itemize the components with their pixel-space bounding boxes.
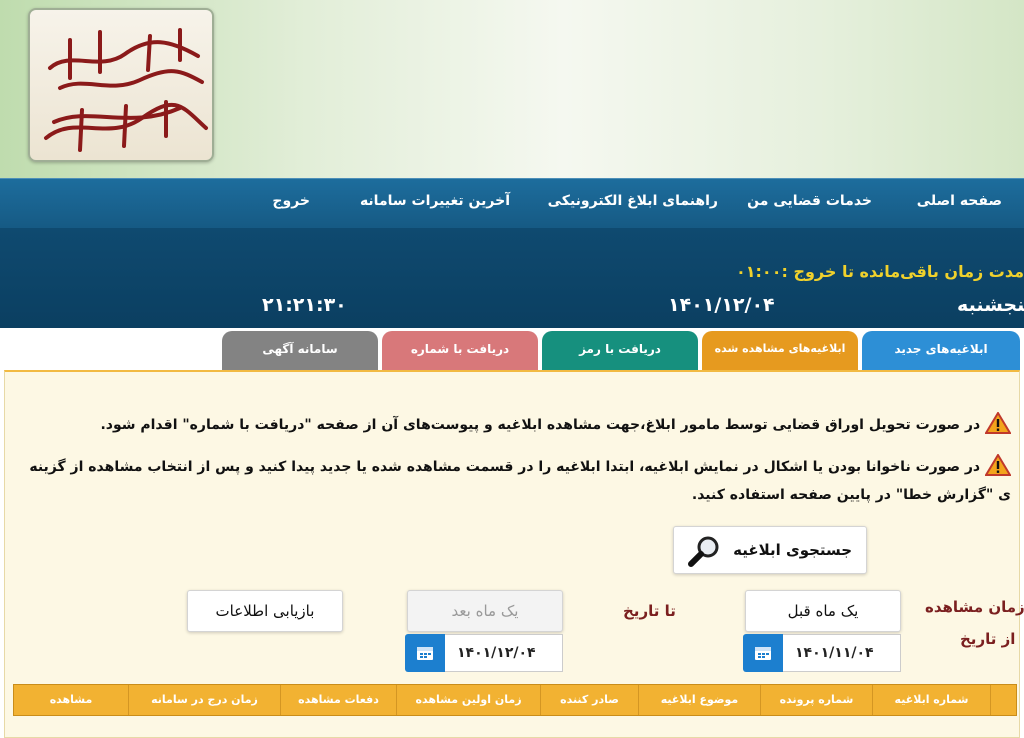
tab-new-notices[interactable]: ابلاغیه‌های جدید bbox=[862, 331, 1020, 371]
column-insert-time[interactable]: زمان درج در سامانه bbox=[128, 685, 280, 715]
to-date-label: تا تاریخ bbox=[623, 602, 676, 620]
nav-my-judicial-services[interactable]: خدمات قضایی من bbox=[747, 179, 872, 229]
nav-logout[interactable]: خروج bbox=[272, 179, 310, 229]
logo-calligraphy-icon bbox=[44, 28, 208, 152]
notice-1: در صورت تحویل اوراق قضایی توسط مامور ابل… bbox=[100, 412, 1011, 438]
column-notice-number[interactable]: شماره ابلاغیه bbox=[872, 685, 990, 715]
column-view[interactable]: مشاهده bbox=[14, 685, 128, 715]
status-day: پنجشنبه bbox=[957, 294, 1024, 316]
magnifier-icon bbox=[687, 536, 719, 567]
from-date-value[interactable]: ۱۴۰۱/۱۱/۰۴ bbox=[783, 634, 901, 672]
tab-ads-system[interactable]: سامانه آگهی bbox=[222, 331, 378, 371]
status-time: ۲۱:۲۱:۳۰ bbox=[262, 294, 347, 316]
to-date-value[interactable]: ۱۴۰۱/۱۲/۰۴ bbox=[445, 634, 563, 672]
calendar-icon[interactable] bbox=[405, 634, 445, 672]
calendar-icon[interactable] bbox=[743, 634, 783, 672]
table-select-column bbox=[990, 685, 1016, 715]
tab-bar: ابلاغیه‌های جدید ابلاغیه‌های مشاهده شده … bbox=[0, 328, 1024, 371]
warning-icon bbox=[985, 412, 1011, 434]
search-notice-button[interactable]: جستجوی ابلاغیه bbox=[673, 526, 867, 574]
column-case-number[interactable]: شماره پرونده bbox=[760, 685, 872, 715]
to-date-field[interactable]: ۱۴۰۱/۱۲/۰۴ bbox=[405, 634, 563, 672]
notice-2-text: در صورت ناخوانا بودن یا اشکال در نمایش ا… bbox=[29, 459, 981, 475]
warning-icon bbox=[985, 454, 1011, 476]
nav-home[interactable]: صفحه اصلی bbox=[917, 179, 1002, 229]
notices-table-header: شماره ابلاغیه شماره پرونده موضوع ابلاغیه… bbox=[13, 684, 1017, 716]
notices-panel: در صورت تحویل اوراق قضایی توسط مامور ابل… bbox=[4, 370, 1024, 738]
tab-receive-by-password[interactable]: دریافت با رمز bbox=[542, 331, 698, 371]
nav-e-notice-guide[interactable]: راهنمای ابلاغ الکترونیکی bbox=[548, 179, 718, 229]
column-first-view-time[interactable]: زمان اولین مشاهده bbox=[396, 685, 540, 715]
column-view-count[interactable]: دفعات مشاهده bbox=[280, 685, 396, 715]
nav-latest-changes[interactable]: آخرین تغییرات سامانه bbox=[360, 179, 510, 229]
session-status-bar: مدت زمان باقی‌مانده تا خروج :۰۱:۰۰ پنجشن… bbox=[0, 228, 1024, 328]
column-issuer[interactable]: صادر کننده bbox=[540, 685, 638, 715]
site-logo[interactable] bbox=[28, 8, 214, 162]
site-header bbox=[0, 0, 1024, 178]
tab-receive-by-number[interactable]: دریافت با شماره bbox=[382, 331, 538, 371]
reset-info-button[interactable]: بازیابی اطلاعات bbox=[187, 590, 343, 632]
from-date-label: از تاریخ bbox=[960, 630, 1016, 648]
notice-2: در صورت ناخوانا بودن یا اشکال در نمایش ا… bbox=[29, 454, 1011, 480]
column-notice-subject[interactable]: موضوع ابلاغیه bbox=[638, 685, 760, 715]
view-time-label: زمان مشاهده bbox=[925, 598, 1024, 616]
notice-2-continued: ی "گزارش خطا" در پایین صفحه استفاده کنید… bbox=[691, 487, 1011, 503]
search-notice-label: جستجوی ابلاغیه bbox=[733, 541, 853, 559]
next-month-button[interactable]: یک ماه بعد bbox=[407, 590, 563, 632]
main-nav: صفحه اصلی خدمات قضایی من راهنمای ابلاغ ا… bbox=[0, 178, 1024, 228]
tab-viewed-notices[interactable]: ابلاغیه‌های مشاهده شده bbox=[702, 331, 858, 371]
from-date-field[interactable]: ۱۴۰۱/۱۱/۰۴ bbox=[743, 634, 901, 672]
session-countdown: مدت زمان باقی‌مانده تا خروج :۰۱:۰۰ bbox=[736, 262, 1024, 281]
prev-month-button[interactable]: یک ماه قبل bbox=[745, 590, 901, 632]
status-date: ۱۴۰۱/۱۲/۰۴ bbox=[668, 294, 775, 316]
notice-1-text: در صورت تحویل اوراق قضایی توسط مامور ابل… bbox=[100, 417, 981, 433]
